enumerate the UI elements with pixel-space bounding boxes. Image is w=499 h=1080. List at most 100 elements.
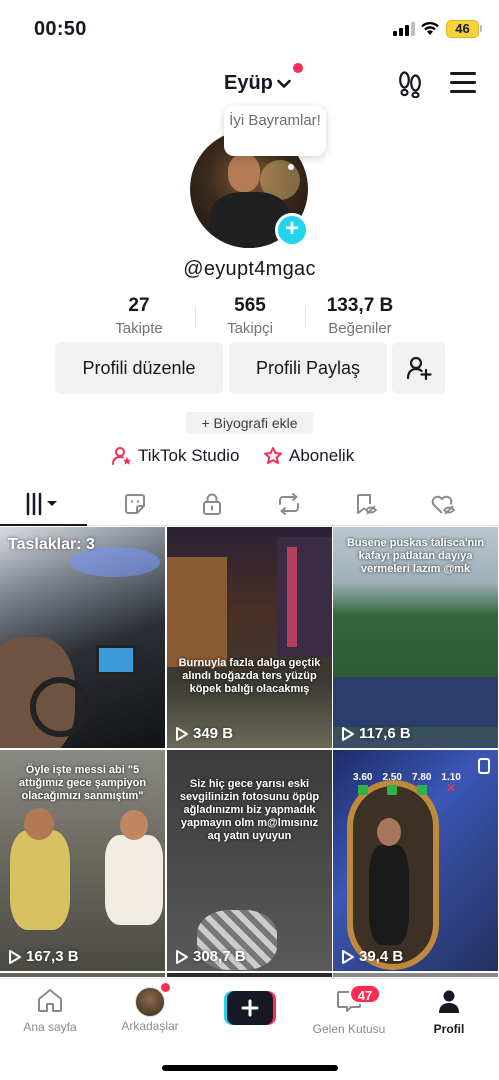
repost-icon xyxy=(278,493,299,515)
video-caption: Burnuyla fazla dalga geçtik alındı boğaz… xyxy=(178,657,321,695)
friends-avatar xyxy=(135,987,165,1017)
video-tile[interactable] xyxy=(333,973,498,977)
home-icon xyxy=(38,989,62,1012)
video-caption: Siz hiç gece yarısı eski sevgilinizin fo… xyxy=(179,778,320,842)
following-label: Takipte xyxy=(115,320,163,337)
view-count: 117,6 B xyxy=(341,725,411,742)
home-indicator xyxy=(162,1065,338,1071)
play-icon xyxy=(342,949,354,964)
video-tile[interactable] xyxy=(167,973,332,977)
video-tile[interactable]: Burnuyla fazla dalga geçtik alındı boğaz… xyxy=(167,527,332,748)
subscription-label: Abonelik xyxy=(289,446,355,465)
video-caption: Busene puskas talisca'nın kafayı patlata… xyxy=(346,537,485,575)
likes-label: Beğeniler xyxy=(328,320,392,337)
status-bar: 00:50 46 xyxy=(0,0,499,60)
footprint-icon[interactable] xyxy=(396,70,424,98)
video-grid: Taslaklar: 3 Burnuyla fazla dalga geçtik… xyxy=(0,527,499,977)
friends-notification-dot xyxy=(161,983,170,992)
odds-strip: 3.60 2.50 7.80 1.10 ✕ xyxy=(353,772,461,795)
stat-divider xyxy=(305,307,306,327)
followers-count: 565 xyxy=(234,295,266,316)
share-profile-button[interactable]: Profili Paylaş xyxy=(229,342,387,394)
cellular-signal-icon xyxy=(393,22,415,36)
grid-videos-icon xyxy=(26,492,57,516)
video-caption: Öyle işte messi abi "5 attığımız gece şa… xyxy=(18,764,147,802)
odds-value: 7.80 xyxy=(411,772,432,783)
lock-icon xyxy=(202,493,221,515)
battery-tip xyxy=(480,25,482,32)
stat-divider xyxy=(195,307,196,327)
add-bio-button[interactable]: + Biyografi ekle xyxy=(186,412,313,434)
video-tile[interactable]: Siz hiç gece yarısı eski sevgilinizin fo… xyxy=(167,750,332,971)
content-tabs xyxy=(0,482,499,526)
add-story-plus-icon[interactable]: + xyxy=(275,213,309,247)
drafts-label: Taslaklar: 3 xyxy=(8,536,95,553)
inbox-badge: 47 xyxy=(349,984,381,1004)
account-switcher[interactable]: Eyüp xyxy=(224,72,291,95)
studio-person-star-icon xyxy=(112,447,131,465)
sticker-icon xyxy=(124,494,145,514)
nav-friends-label: Arkadaşlar xyxy=(121,1019,179,1033)
odds-value: 3.60 xyxy=(353,772,373,783)
status-note-bubble[interactable]: İyi Bayramlar! xyxy=(224,106,326,156)
likes-count: 133,7 B xyxy=(326,295,394,316)
add-user-icon xyxy=(406,356,432,381)
following-stat[interactable]: 27 Takipte xyxy=(104,295,174,337)
video-tile[interactable] xyxy=(0,973,165,977)
add-friend-button[interactable] xyxy=(392,342,445,394)
chevron-down-icon xyxy=(277,79,291,88)
profile-header: Eyüp xyxy=(0,60,499,110)
tab-private[interactable] xyxy=(170,482,253,526)
view-count-value: 308,7 B xyxy=(193,948,246,965)
tab-liked[interactable] xyxy=(401,482,484,526)
tab-videos[interactable] xyxy=(0,482,83,526)
hamburger-menu-icon[interactable] xyxy=(450,72,476,94)
nav-profile-label: Profil xyxy=(433,1022,465,1036)
followers-label: Takipçi xyxy=(227,320,273,337)
view-count-value: 117,6 B xyxy=(359,725,411,742)
view-count: 308,7 B xyxy=(175,948,246,965)
profile-person-icon xyxy=(439,990,459,1013)
bookmark-hidden-icon xyxy=(356,494,377,515)
view-count-value: 349 B xyxy=(193,725,234,742)
profile-stats: 27 Takipte 565 Takipçi 133,7 B Beğeniler xyxy=(0,295,499,340)
view-count: 167,3 B xyxy=(8,948,79,965)
nav-inbox-label: Gelen Kutusu xyxy=(312,1022,386,1036)
bubble-tail-dot xyxy=(288,164,294,170)
odds-value: 2.50 xyxy=(382,772,402,783)
create-button[interactable] xyxy=(224,991,276,1025)
drafts-tile[interactable]: Taslaklar: 3 xyxy=(0,527,165,748)
view-count-value: 167,3 B xyxy=(26,948,79,965)
subscription-link[interactable]: Abonelik xyxy=(263,444,354,468)
wifi-icon xyxy=(421,21,439,35)
view-count: 349 B xyxy=(175,725,233,742)
nav-friends[interactable]: Arkadaşlar xyxy=(105,987,195,1033)
notification-dot xyxy=(293,63,303,73)
heart-hidden-icon xyxy=(431,495,455,515)
video-tile[interactable]: Busene puskas talisca'nın kafayı patlata… xyxy=(333,527,498,748)
likes-stat[interactable]: 133,7 B Beğeniler xyxy=(316,295,404,337)
subscription-star-icon xyxy=(264,447,282,464)
profile-username: @eyupt4mgac xyxy=(183,258,316,280)
play-icon xyxy=(176,726,188,741)
following-count: 27 xyxy=(128,295,150,316)
nav-home-label: Ana sayfa xyxy=(23,1020,77,1034)
play-icon xyxy=(176,949,188,964)
video-tile[interactable]: 3.60 2.50 7.80 1.10 ✕ 39,4 B xyxy=(333,750,498,971)
play-icon xyxy=(9,949,21,964)
video-tile[interactable]: Öyle işte messi abi "5 attığımız gece şa… xyxy=(0,750,165,971)
tiktok-studio-link[interactable]: TikTok Studio xyxy=(112,444,239,468)
followers-stat[interactable]: 565 Takipçi xyxy=(212,295,288,337)
battery-icon: 46 xyxy=(446,20,479,38)
tab-reposts[interactable] xyxy=(247,482,330,526)
play-icon xyxy=(342,726,354,741)
active-tab-indicator xyxy=(0,524,87,526)
tiktok-studio-label: TikTok Studio xyxy=(138,446,240,465)
edit-profile-button[interactable]: Profili düzenle xyxy=(55,342,223,394)
account-name: Eyüp xyxy=(224,72,273,94)
view-count: 39,4 B xyxy=(341,948,403,965)
nav-profile[interactable]: Profil xyxy=(404,987,494,1036)
tab-favorites[interactable] xyxy=(324,482,407,526)
tab-stickers[interactable] xyxy=(93,482,176,526)
nav-home[interactable]: Ana sayfa xyxy=(5,987,95,1034)
